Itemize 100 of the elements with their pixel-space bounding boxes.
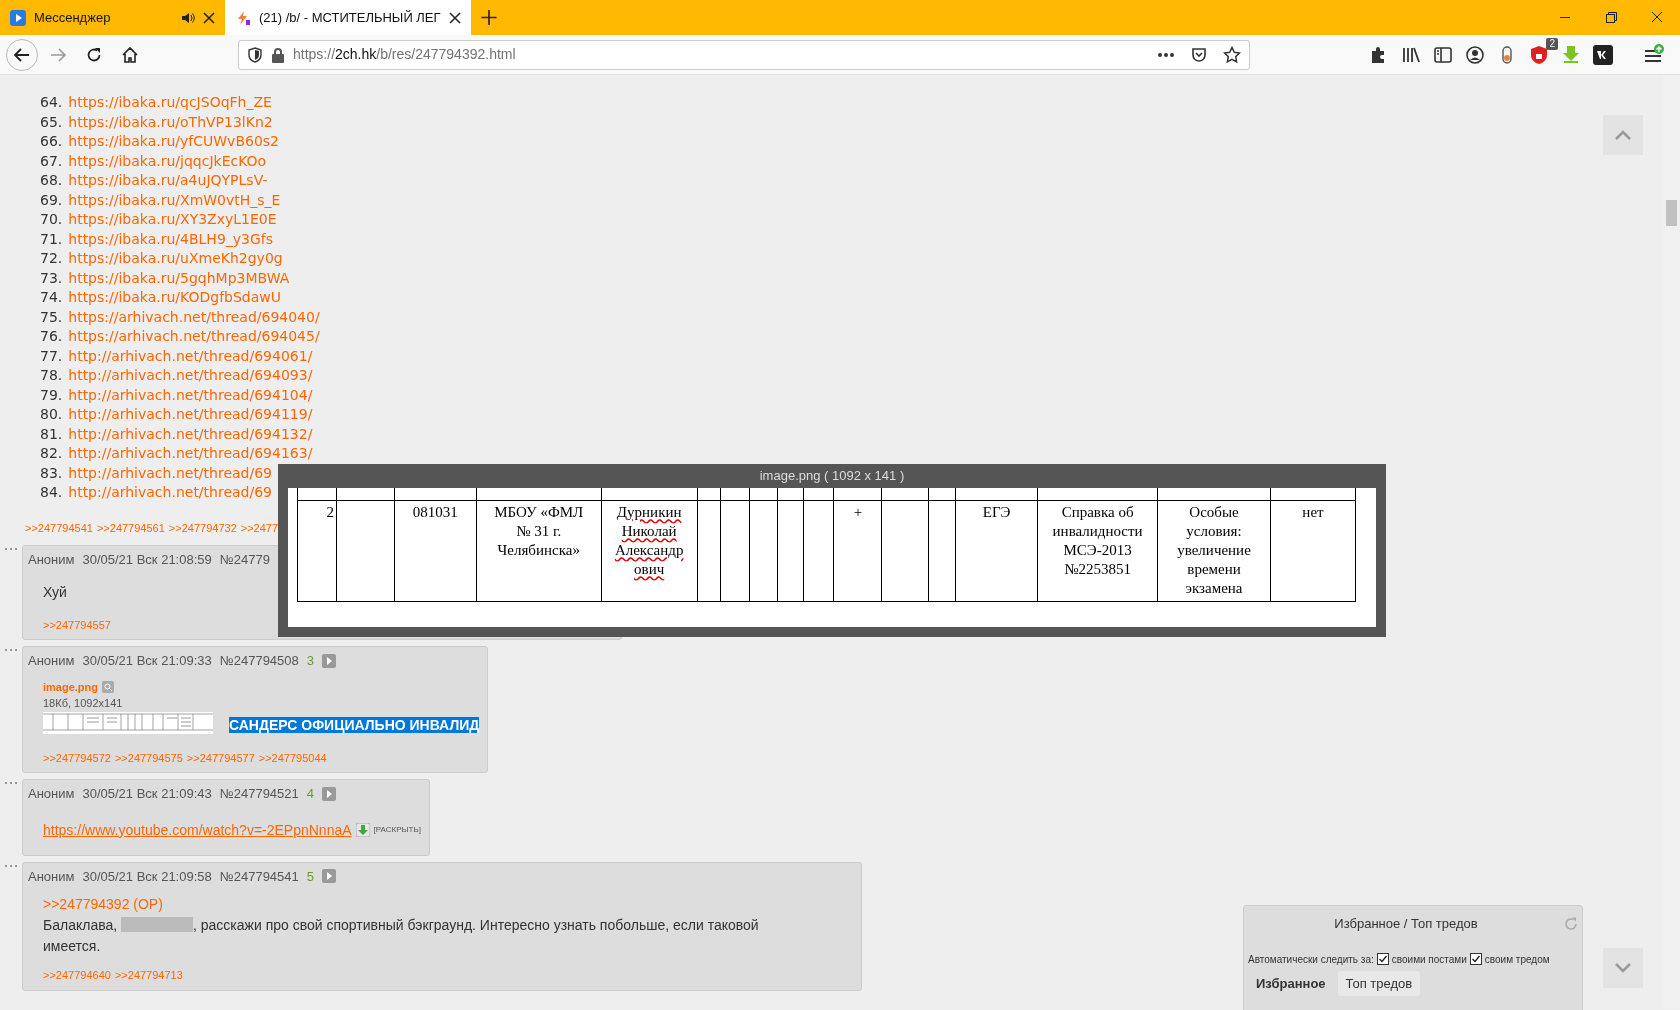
list-number: 64. [40,93,63,112]
link[interactable]: http://arhivach.net/thread/694093/ [68,366,313,386]
post-author: Аноним [28,785,75,803]
link[interactable]: http://arhivach.net/thread/694119/ [68,405,313,425]
link[interactable]: https://ibaka.ru/yfCUWvB60s2 [68,132,280,152]
url-text: https://2ch.hk/b/res/247794392.html [293,45,516,64]
link[interactable]: https://ibaka.ru/5gqhMp3MBWA [68,268,290,288]
table-cell: 2 [326,504,334,520]
list-number: 65. [40,112,63,132]
checkbox[interactable] [1376,953,1389,965]
count-badge: 2 [1546,37,1558,50]
post-count: 4 [306,785,314,803]
expand-link[interactable]: [РАСКРЫТЬ] [373,824,421,836]
tab-title: Мессенджер [34,9,111,25]
list-number: 74. [40,288,63,307]
chevron-down-icon [1614,963,1632,973]
post-text: , расскажи про свой спортивный бэкграунд. Интересно узнать побольше, если таковой [193,917,759,933]
link[interactable]: https://ibaka.ru/uXmeKh2gy0g [68,249,283,269]
panel-tab[interactable]: Топ тредов [1337,970,1421,996]
close-icon[interactable] [203,11,215,24]
link[interactable]: http://arhivach.net/thread/69 [68,463,272,483]
post-author: Аноним [28,551,75,569]
play-icon[interactable] [322,653,336,668]
speaker-icon[interactable] [181,10,195,25]
list-number: 68. [40,171,63,190]
post-count: 5 [306,867,314,886]
reply-link[interactable]: >>247794561 [96,519,165,536]
checkbox-label: своими постами [1391,952,1467,967]
list-number: 75. [40,307,63,327]
link[interactable]: https://ibaka.ru/qcJSOqFh_ZE [68,93,272,113]
play-icon[interactable] [322,786,336,801]
reply-link[interactable]: >>247794577 [186,749,255,766]
post-number[interactable]: №24779 [219,550,270,570]
reply-link[interactable]: >>247794541 [25,519,93,536]
auto-watch-label: Автоматически следить за: [1248,952,1374,967]
link[interactable]: https://ibaka.ru/jqqcJkEcKOo [68,151,267,171]
pocket-icon[interactable] [1191,46,1207,63]
file-name[interactable]: image.png [43,678,98,695]
link[interactable]: https://ibaka.ru/XmW0vtH_s_E [68,190,281,210]
post-date: 30/05/21 Вск 21:08:59 [82,551,212,569]
more-icon[interactable] [1157,51,1175,58]
reply-link[interactable]: >>247794575 [114,749,183,766]
reply-link[interactable]: >>247795044 [258,749,327,766]
list-number: 67. [40,151,63,171]
list-number: 69. [40,190,63,210]
link[interactable]: https://ibaka.ru/4BLH9_y3Gfs [68,229,274,249]
table-cell: МБОУ «ФМЛ № 31 г. Челябинска» [494,504,584,558]
link[interactable]: https://ibaka.ru/XY3ZxyL1E0E [68,210,277,230]
link[interactable]: https://ibaka.ru/a4uJQYPLsV- [68,171,268,191]
vk-icon[interactable] [1592,43,1614,66]
link[interactable]: https://ibaka.ru/oThVP13lKn2 [68,112,273,132]
list-number: 84. [40,483,63,502]
reply-link[interactable]: >>247794640 [43,967,111,984]
list-number: 79. [40,385,63,405]
scrollbar-thumb[interactable] [1666,200,1677,226]
link[interactable]: http://arhivach.net/thread/694061/ [68,346,313,366]
messenger-icon [10,9,26,26]
reply-link[interactable]: >>247794713 [114,967,183,984]
link[interactable]: http://arhivach.net/thread/69 [68,483,272,503]
shield-icon[interactable] [1528,43,1550,66]
address-bar[interactable]: https://2ch.hk/b/res/247794392.html [238,39,1250,70]
shield-icon [247,46,263,63]
panel-tab[interactable]: Избранное [1248,970,1334,996]
list-number: 78. [40,366,63,385]
image-thumbnail[interactable] [43,711,213,734]
list-number: 77. [40,346,63,366]
post-number[interactable]: №247794508 [219,651,299,671]
link[interactable]: http://arhivach.net/thread/694163/ [68,444,313,464]
link[interactable]: http://arhivach.net/thread/694132/ [68,424,313,444]
link[interactable]: http://arhivach.net/thread/694104/ [68,385,313,405]
list-number: 76. [40,327,63,346]
browser-tab[interactable]: (21) /b/ - МСТИТЕЛЬНЫЙ ЛЕГ [225,0,471,35]
quote-link[interactable]: >>247794392 (OP) [43,894,853,915]
post-text: имеется. [43,938,101,954]
reply-link[interactable]: >>247794572 [43,749,111,766]
browser-tab[interactable]: Мессенджер [0,0,225,35]
table-cell: ЕГЭ [982,504,1011,520]
checkbox[interactable] [1469,953,1482,965]
table-cell: Особые условия: увеличение времени экзамена [1177,504,1251,596]
link[interactable]: https://ibaka.ru/KODgfbSdawU [68,288,281,308]
star-icon[interactable] [1223,45,1241,64]
reply-link[interactable]: >>247794557 [43,616,111,633]
post-number[interactable]: №247794521 [219,784,299,804]
table-cell: Справка об инвалидности МСЭ-2013 №2253851 [1052,504,1143,577]
video-link[interactable]: https://www.youtube.com/watch?v=-2EPpnNnnaA [43,819,352,841]
list-number: 66. [40,132,63,151]
link[interactable]: https://arhivach.net/thread/694045/ [68,327,320,347]
lock-icon [271,46,285,63]
link[interactable]: https://arhivach.net/thread/694040/ [68,307,320,327]
list-number: 82. [40,444,63,463]
post-number[interactable]: №247794541 [219,866,299,886]
post-count: 3 [306,652,314,670]
list-number: 83. [40,463,63,483]
checkbox-label: своим тредом [1484,952,1550,967]
list-number: 71. [40,229,63,249]
reply-link[interactable]: >>247794732 [168,519,237,536]
close-icon[interactable] [448,11,461,24]
reply-link[interactable]: >>2477 [240,519,279,536]
play-icon[interactable] [322,869,336,884]
account-icon[interactable] [1464,43,1486,66]
